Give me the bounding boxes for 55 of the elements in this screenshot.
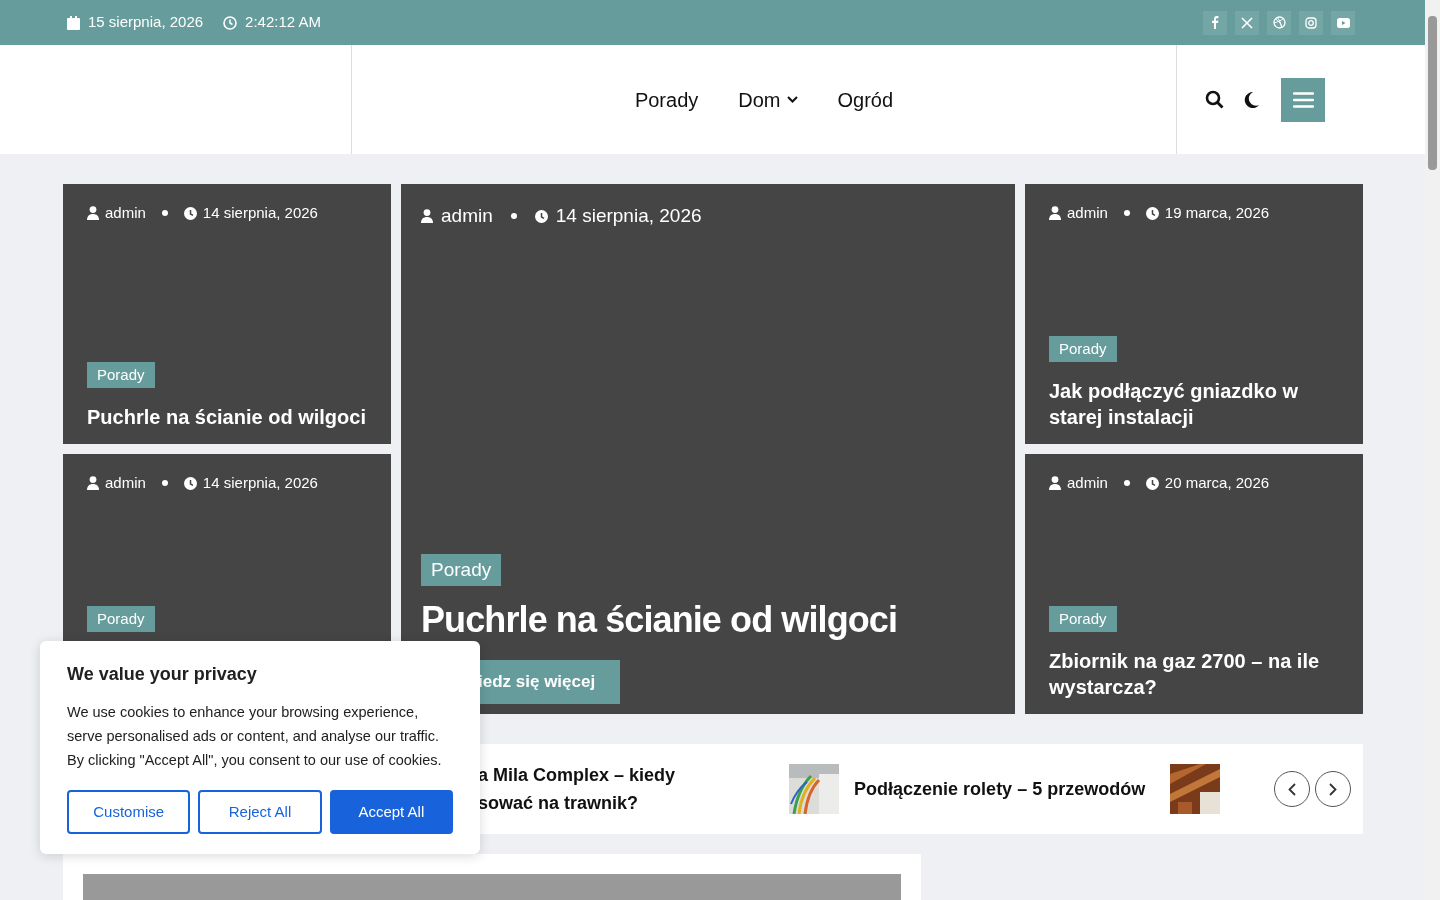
dialog-title: We value your privacy bbox=[67, 663, 258, 686]
post-author: admin bbox=[105, 203, 146, 223]
nav-link[interactable]: Ogród bbox=[837, 84, 894, 115]
menu-button[interactable] bbox=[1281, 77, 1325, 122]
post-author: admin bbox=[441, 204, 493, 228]
facebook-link[interactable] bbox=[1203, 10, 1227, 35]
user-icon bbox=[87, 476, 99, 491]
facebook-icon bbox=[1211, 16, 1219, 29]
post-title[interactable]: Zbiornik na gaz 2700 – na ile wystarcza? bbox=[1049, 648, 1339, 700]
accept-button[interactable]: Accept All bbox=[329, 790, 453, 834]
ball-icon bbox=[1272, 16, 1286, 29]
cookie-button[interactable]: Reject All bbox=[198, 790, 322, 834]
user-icon bbox=[87, 206, 99, 221]
post-author: admin bbox=[1067, 473, 1108, 493]
play-icon bbox=[1336, 17, 1350, 28]
nav-link[interactable]: Dom bbox=[738, 84, 798, 115]
chevron-left-icon bbox=[1288, 782, 1296, 796]
user-icon bbox=[1049, 206, 1061, 221]
user-icon bbox=[1049, 476, 1061, 491]
youtube-link[interactable] bbox=[1331, 10, 1355, 35]
x-icon bbox=[1241, 16, 1253, 29]
clock-icon bbox=[183, 206, 197, 220]
post-author: admin bbox=[105, 473, 146, 493]
camera-icon bbox=[1305, 16, 1317, 29]
post-date: 14 sierpnia, 2026 bbox=[202, 473, 318, 493]
clock-icon bbox=[183, 476, 197, 490]
post-card[interactable]: admin 19 marca, 2026 Porady Jak podłączyć gniazdko w starej instalacji bbox=[1025, 184, 1363, 444]
x-link[interactable] bbox=[1235, 10, 1259, 35]
post-title[interactable]: Puchrle na ścianie od wilgoci bbox=[87, 404, 367, 430]
current-time: 2:42:12 AM bbox=[245, 12, 321, 33]
search-icon[interactable] bbox=[1205, 90, 1224, 109]
dribbble-link[interactable] bbox=[1267, 10, 1291, 35]
clock-icon bbox=[534, 209, 548, 223]
post-date: 14 sierpnia, 2026 bbox=[555, 204, 702, 228]
post-date: 14 sierpnia, 2026 bbox=[202, 203, 318, 223]
clock-icon bbox=[1145, 476, 1159, 490]
ticker-post-title[interactable]: Podłączenie rolety – 5 przewodów bbox=[854, 775, 1146, 803]
instagram-link[interactable] bbox=[1299, 10, 1323, 35]
post-card[interactable]: admin 14 sierpnia, 2026 Porady Puchrle na ścianie od wilgoci bbox=[63, 184, 391, 444]
post-title[interactable]: Puchrle na ścianie od wilgoci bbox=[421, 602, 995, 638]
moon-icon[interactable] bbox=[1244, 91, 1259, 108]
post-title[interactable]: Jak podłączyć gniazdko w starej instalacji bbox=[1049, 378, 1339, 430]
post-date: 19 marca, 2026 bbox=[1164, 203, 1270, 223]
post-card[interactable]: admin 20 marca, 2026 Porady Zbiornik na gaz 2700 – na ile wystarcza? bbox=[1025, 454, 1363, 714]
calendar-icon bbox=[67, 15, 80, 30]
chevron-right-icon bbox=[1329, 782, 1337, 796]
cookie-button[interactable]: Customise bbox=[67, 790, 191, 834]
clock-icon bbox=[223, 15, 238, 30]
nav-link[interactable]: Porady bbox=[634, 84, 699, 115]
user-icon bbox=[421, 209, 433, 224]
post-date: 20 marca, 2026 bbox=[1164, 473, 1270, 493]
clock-icon bbox=[1145, 206, 1159, 220]
current-date: 15 sierpnia, 2026 bbox=[88, 12, 204, 33]
post-author: admin bbox=[1067, 203, 1108, 223]
menu-icon bbox=[1292, 91, 1314, 108]
